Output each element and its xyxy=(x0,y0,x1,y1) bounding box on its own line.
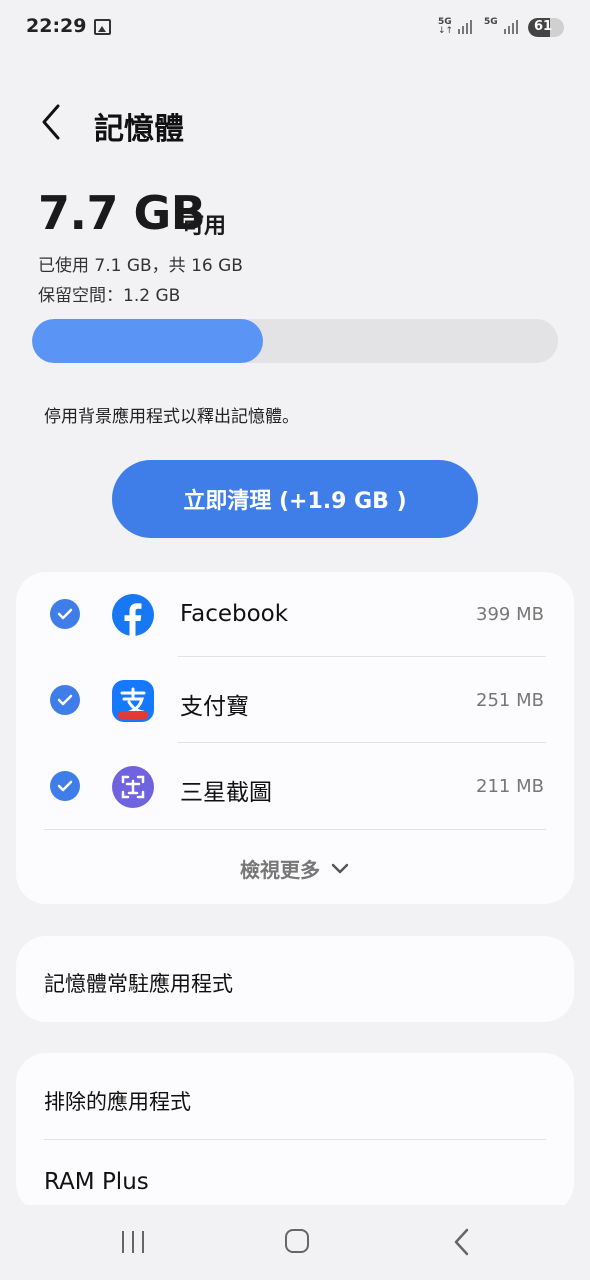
reserved-memory-text: 保留空間：1.2 GB xyxy=(38,286,181,306)
background-apps-card: Facebook 399 MB 支付寶 251 MB 三星截圖 211 MB 檢… xyxy=(16,572,574,904)
divider xyxy=(44,1139,546,1140)
excluded-apps-item[interactable]: 排除的應用程式 xyxy=(44,1086,191,1116)
used-memory-text: 已使用 7.1 GB，共 16 GB xyxy=(38,256,243,276)
divider xyxy=(178,656,546,657)
app-row-alipay[interactable]: 支付寶 251 MB xyxy=(16,658,574,744)
back-icon[interactable] xyxy=(450,1227,474,1257)
alipay-icon xyxy=(112,680,154,722)
app-name: 支付寶 xyxy=(180,694,249,720)
app-row-facebook[interactable]: Facebook 399 MB xyxy=(16,572,574,658)
network-type-label-2: 5G xyxy=(484,17,498,27)
resident-apps-item[interactable]: 記憶體常駐應用程式 xyxy=(16,936,574,1022)
facebook-icon xyxy=(112,594,154,636)
battery-percent: 61 xyxy=(533,19,553,34)
divider xyxy=(178,742,546,743)
home-icon[interactable] xyxy=(285,1229,309,1253)
clean-hint-text: 停用背景應用程式以釋出記憶體。 xyxy=(44,407,299,427)
memory-usage-bar xyxy=(32,319,558,363)
samsung-capture-icon xyxy=(112,766,154,808)
memory-usage-fill xyxy=(32,319,264,363)
app-name: Facebook xyxy=(180,601,289,627)
divider xyxy=(44,829,546,830)
checkbox-checked-icon[interactable] xyxy=(50,599,80,629)
view-more-button[interactable]: 檢視更多 xyxy=(16,850,574,886)
back-button[interactable] xyxy=(38,100,78,144)
app-memory-size: 399 MB xyxy=(476,604,544,625)
data-activity-icon: ↓↑ xyxy=(438,26,454,36)
image-icon xyxy=(94,19,111,35)
available-memory-value: 7.7 GB xyxy=(38,186,206,240)
resident-apps-label: 記憶體常駐應用程式 xyxy=(44,972,233,996)
available-memory-label: 可用 xyxy=(182,214,227,239)
settings-list-card: 排除的應用程式 RAM Plus xyxy=(16,1053,574,1213)
app-row-samsung-capture[interactable]: 三星截圖 211 MB xyxy=(16,744,574,830)
status-bar: 22:29 5G ↓↑ 5G 61 xyxy=(0,0,590,56)
status-time: 22:29 xyxy=(26,15,87,37)
page-title: 記憶體 xyxy=(94,112,184,147)
app-memory-size: 251 MB xyxy=(476,690,544,711)
checkbox-checked-icon[interactable] xyxy=(50,771,80,801)
checkbox-checked-icon[interactable] xyxy=(50,685,80,715)
app-memory-size: 211 MB xyxy=(476,776,544,797)
signal-icon xyxy=(458,17,476,34)
chevron-down-icon xyxy=(331,863,349,874)
clean-now-button[interactable]: 立即清理 (+1.9 GB ) xyxy=(112,460,478,538)
ram-plus-item[interactable]: RAM Plus xyxy=(44,1169,149,1195)
back-chevron-icon xyxy=(42,104,60,140)
recent-apps-icon[interactable] xyxy=(120,1231,146,1253)
battery-icon: 61 xyxy=(528,18,564,37)
signal-icon-2 xyxy=(504,17,522,34)
app-name: 三星截圖 xyxy=(180,780,272,806)
navigation-bar xyxy=(0,1205,590,1280)
view-more-label: 檢視更多 xyxy=(240,857,320,882)
